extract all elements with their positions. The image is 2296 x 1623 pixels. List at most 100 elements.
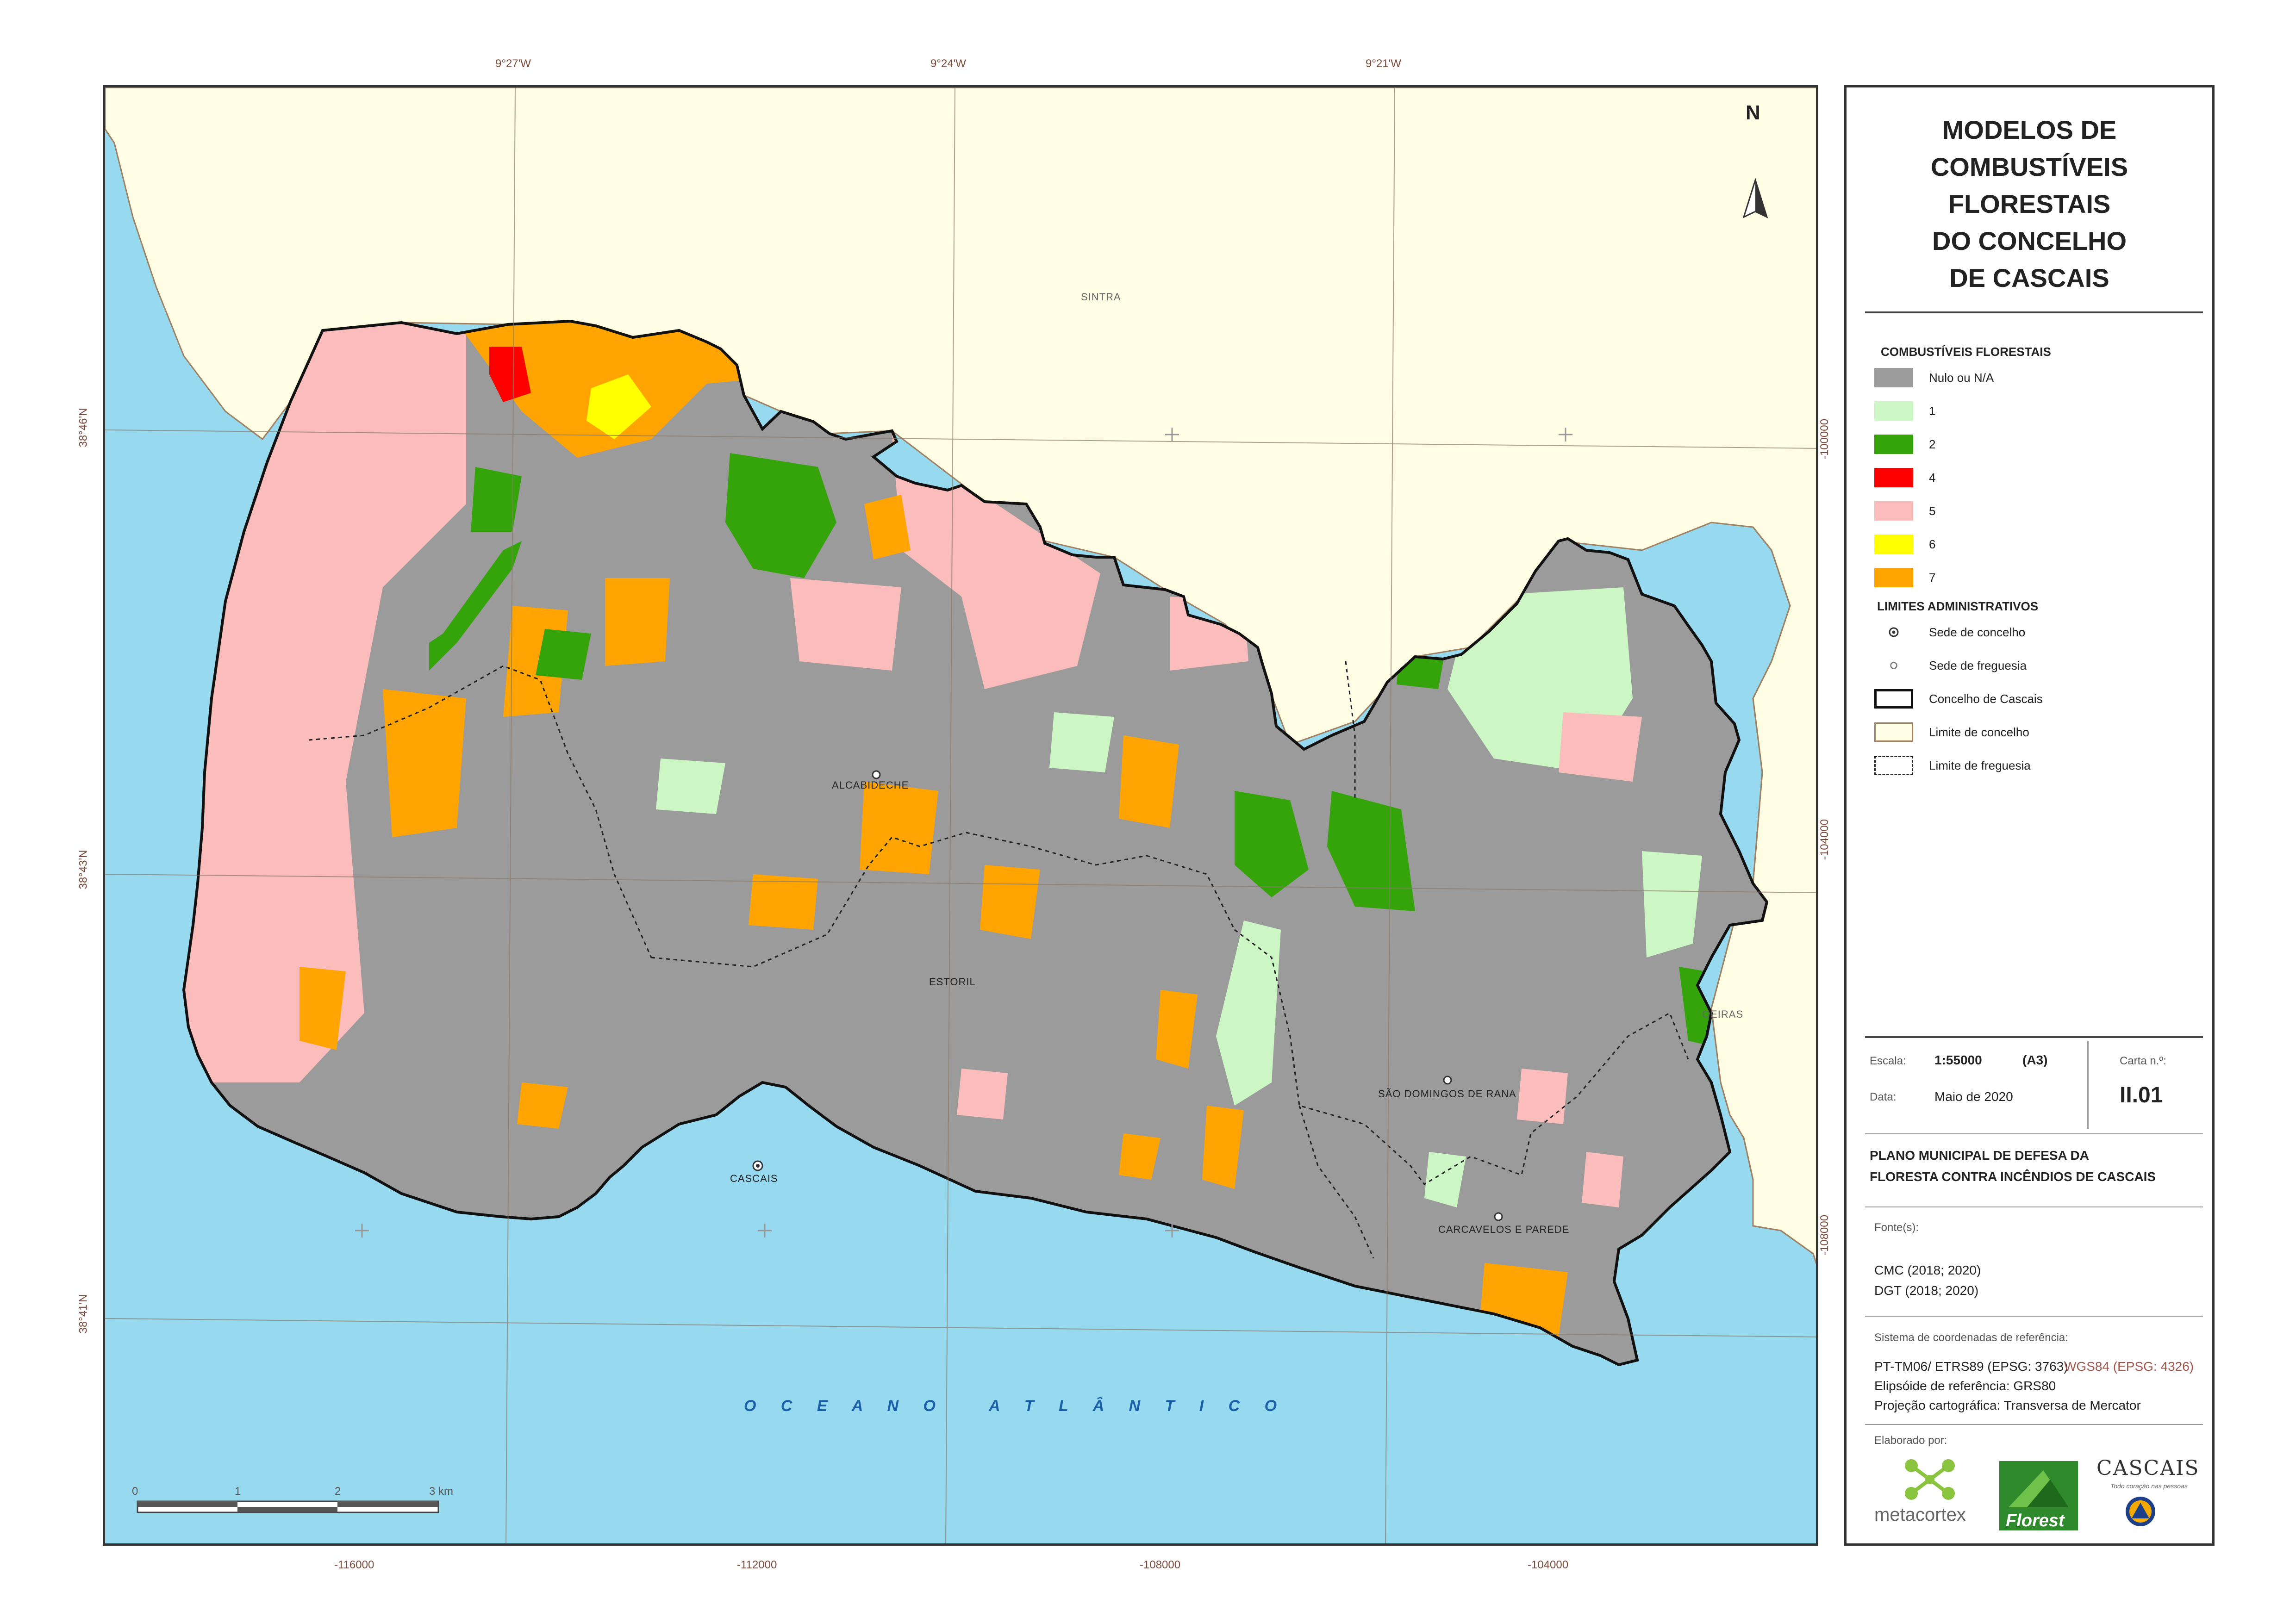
scale-bar	[137, 1500, 439, 1513]
legend-label: Sede de freguesia	[1929, 658, 2027, 672]
fuel-7-area	[605, 578, 670, 666]
legend-admin-header: LIMITES ADMINISTRATIVOS	[1877, 599, 2039, 613]
seat-parish-icon	[1494, 1212, 1503, 1221]
label-cascais: CASCAIS	[730, 1173, 778, 1184]
legend-swatch-1	[1874, 401, 1913, 421]
source-cmc: CMC (2018; 2020)	[1874, 1263, 1981, 1277]
legend-label: Nulo ou N/A	[1929, 370, 1994, 385]
legend-item-2: 2	[1874, 434, 1935, 455]
coord-left-1: 38°46'N	[77, 408, 90, 448]
fuel-2-area	[536, 629, 591, 680]
map-title-line-3: FLORESTAIS	[1948, 189, 2111, 218]
legend-item-4: 4	[1874, 467, 1935, 488]
label-oeiras: OEIRAS	[1702, 1008, 1744, 1020]
plan-title-line-2: FLORESTA CONTRA INCÊNDIOS DE CASCAIS	[1870, 1169, 2156, 1184]
coord-bottom-1: -116000	[334, 1559, 374, 1571]
legend-swatch-nulo	[1874, 368, 1913, 387]
plan-title-line-1: PLANO MUNICIPAL DE DEFESA DA	[1870, 1148, 2089, 1163]
crs-label: Sistema de coordenadas de referência:	[1874, 1331, 2068, 1344]
sources-label: Fonte(s):	[1874, 1221, 1919, 1234]
neighbor-boundary-swatch	[1874, 722, 1913, 742]
map-title-line-1: MODELOS DE	[1942, 115, 2117, 144]
map-title-line-2: COMBUSTÍVEIS	[1930, 152, 2128, 181]
cascais-logo: CASCAIS Todo coração nas pessoas	[2096, 1456, 2203, 1530]
fuel-5-area	[1559, 712, 1642, 782]
divider	[1865, 1133, 2203, 1134]
crs-secondary: WGS84 (EPSG: 4326)	[2064, 1359, 2194, 1374]
scale-tick-0: 0	[132, 1485, 138, 1498]
scale-label: Escala:	[1870, 1055, 1906, 1067]
label-estoril: ESTORIL	[929, 976, 976, 988]
map-side-panel: MODELOS DE COMBUSTÍVEIS FLORESTAIS DO CO…	[1844, 85, 2215, 1546]
legend-label: 5	[1929, 504, 1936, 518]
municipality-boundary-swatch	[1874, 689, 1913, 709]
seat-municipality-icon	[1874, 622, 1913, 642]
fuel-7-area	[749, 874, 818, 930]
coord-top-3: 9°21'W	[1366, 57, 1401, 70]
divider	[1865, 1206, 2203, 1207]
label-alcabideche: ALCABIDECHE	[832, 779, 909, 791]
map-title-line-4: DO CONCELHO	[1932, 226, 2127, 255]
map-canvas[interactable]	[105, 87, 1818, 1546]
legend-item-7: 7	[1874, 567, 1935, 588]
divider	[1865, 1036, 2203, 1038]
paper-size: (A3)	[2022, 1053, 2048, 1067]
legend-item-concelho-cascais: Concelho de Cascais	[1874, 688, 2043, 709]
legend-label: Concelho de Cascais	[1929, 691, 2043, 706]
legend-label: Limite de freguesia	[1929, 758, 2031, 772]
divider-vertical	[2087, 1041, 2089, 1129]
fuel-7-area	[980, 865, 1040, 939]
fuel-5-area	[1517, 1069, 1568, 1124]
projection: Projeção cartográfica: Transversa de Mer…	[1874, 1398, 2141, 1412]
fuel-7-area	[1119, 735, 1179, 828]
coord-right-2: -104000	[1818, 819, 1831, 860]
legend-item-5: 5	[1874, 500, 1935, 522]
florest-logo: Florest	[1999, 1461, 2078, 1530]
sheet-label: Carta n.º:	[2120, 1055, 2166, 1067]
map-frame[interactable]: SINTRA OEIRAS ALCABIDECHE ESTORIL CASCAI…	[103, 85, 1818, 1546]
legend-swatch-4	[1874, 468, 1913, 487]
fuel-1-area	[1049, 712, 1114, 772]
legend-label: 6	[1929, 537, 1936, 551]
fuel-7-area	[860, 782, 938, 874]
legend-item-sede-freguesia: Sede de freguesia	[1874, 655, 2027, 676]
coord-left-2: 38°43'N	[77, 850, 90, 889]
legend-item-sede-concelho: Sede de concelho	[1874, 622, 2025, 643]
fuel-5-area	[957, 1069, 1008, 1119]
florest-wordmark: Florest	[2006, 1511, 2065, 1530]
scale-bar-seg	[137, 1501, 237, 1507]
legend-swatch-5	[1874, 501, 1913, 521]
scale-tick-2: 2	[335, 1485, 341, 1498]
metacortex-wordmark: metacortex	[1874, 1505, 1966, 1525]
sheet-number: II.01	[2120, 1083, 2163, 1107]
legend-item-1: 1	[1874, 400, 1935, 422]
parish-boundary-swatch	[1874, 756, 1913, 775]
fuel-7-area	[383, 689, 466, 837]
crs-primary: PT-TM06/ ETRS89 (EPSG: 3763)	[1874, 1359, 2068, 1374]
cascais-wordmark: CASCAIS	[2096, 1456, 2200, 1480]
coord-top-2: 9°24'W	[930, 57, 966, 70]
date-value: Maio de 2020	[1934, 1089, 2013, 1104]
coord-bottom-4: -104000	[1528, 1559, 1569, 1571]
divider	[1865, 1424, 2203, 1425]
fuel-5-area	[1582, 1152, 1623, 1207]
coord-left-3: 38°41'N	[77, 1294, 90, 1334]
seat-parish-icon	[1874, 656, 1913, 675]
fuel-5-area	[790, 578, 901, 671]
coord-right-3: -108000	[1818, 1214, 1831, 1256]
scale-bar-seg	[337, 1501, 438, 1507]
made-by-label: Elaborado por:	[1874, 1434, 1947, 1447]
scale-tick-3km: 3 km	[429, 1485, 454, 1498]
scale-tick-1: 1	[235, 1485, 241, 1498]
civil-protection-emblem-icon	[2126, 1497, 2155, 1526]
scale-value: 1:55000	[1934, 1053, 1982, 1067]
legend-label: Sede de concelho	[1929, 625, 2026, 639]
divider	[1865, 1316, 2203, 1317]
source-dgt: DGT (2018; 2020)	[1874, 1283, 1979, 1298]
legend-label: 2	[1929, 437, 1936, 451]
ellipsoid: Elipsóide de referência: GRS80	[1874, 1379, 2056, 1393]
fuel-2-area	[471, 467, 522, 532]
cascais-tagline: Todo coração nas pessoas	[2110, 1482, 2188, 1490]
legend-label: 7	[1929, 570, 1936, 585]
florest-logo-icon	[2009, 1470, 2069, 1507]
